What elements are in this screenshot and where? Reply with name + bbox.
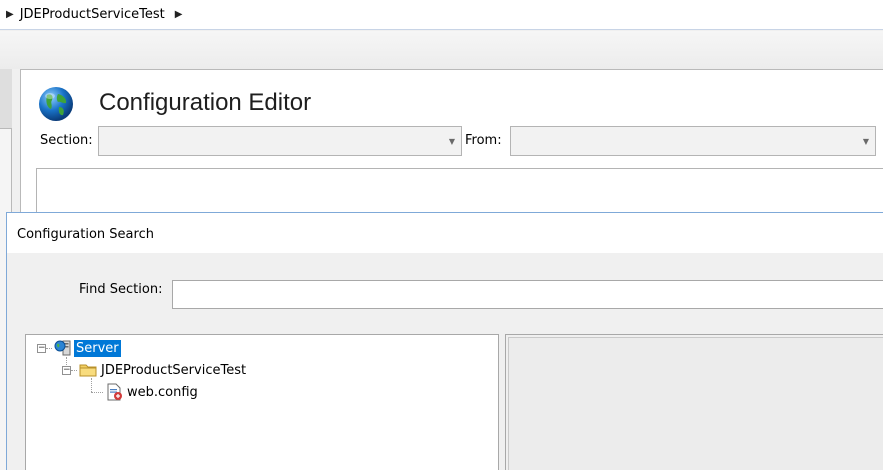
dialog-title: Configuration Search — [17, 227, 154, 242]
address-bar: ▶ JDEProductServiceTest ▶ — [0, 0, 883, 30]
collapse-icon[interactable]: − — [37, 343, 46, 353]
from-dropdown[interactable]: ▼ — [510, 126, 876, 156]
section-dropdown[interactable]: ▼ — [98, 126, 462, 156]
chevron-down-icon: ▼ — [862, 137, 869, 146]
dialog-titlebar[interactable]: Configuration Search — [7, 213, 883, 253]
tree-node-label: Server — [74, 339, 121, 357]
configuration-search-dialog: Configuration Search Find Section: − Ser… — [6, 212, 883, 470]
breadcrumb-item-site[interactable]: JDEProductServiceTest — [20, 7, 165, 22]
find-section-label: Find Section: — [79, 282, 163, 297]
section-preview-pane — [505, 334, 883, 470]
breadcrumb-arrow-icon[interactable]: ▶ — [6, 9, 14, 20]
find-section-input[interactable] — [172, 280, 883, 309]
config-file-icon — [107, 383, 122, 401]
collapse-icon[interactable]: − — [62, 365, 71, 375]
toolbar-strip — [0, 31, 883, 69]
tree-connector — [46, 347, 52, 349]
server-icon — [54, 340, 71, 356]
page-title: Configuration Editor — [99, 89, 312, 116]
tree-node-web-config[interactable]: web.config — [91, 382, 200, 402]
section-label: Section: — [40, 133, 93, 148]
from-label: From: — [465, 133, 502, 148]
iis-manager-window: ▶ JDEProductServiceTest ▶ Configuration … — [0, 0, 883, 470]
connections-pane-header — [0, 69, 12, 129]
globe-icon — [39, 87, 73, 121]
tree-node-site[interactable]: − JDEProductServiceTest — [62, 360, 248, 380]
folder-icon — [79, 364, 97, 377]
tree-node-label: web.config — [127, 384, 198, 400]
section-tree[interactable]: − Server − JDEProductServiceTest web.con… — [25, 334, 499, 470]
section-preview-content — [508, 337, 883, 470]
breadcrumb-arrow-icon[interactable]: ▶ — [175, 9, 183, 20]
configuration-editor-panel: Configuration Editor Section: ▼ From: ▼ — [20, 69, 883, 229]
tree-connector — [71, 369, 77, 371]
tree-node-server[interactable]: − Server — [37, 338, 121, 358]
chevron-down-icon: ▼ — [448, 137, 455, 146]
tree-connector — [91, 391, 103, 393]
tree-node-label: JDEProductServiceTest — [101, 362, 247, 378]
